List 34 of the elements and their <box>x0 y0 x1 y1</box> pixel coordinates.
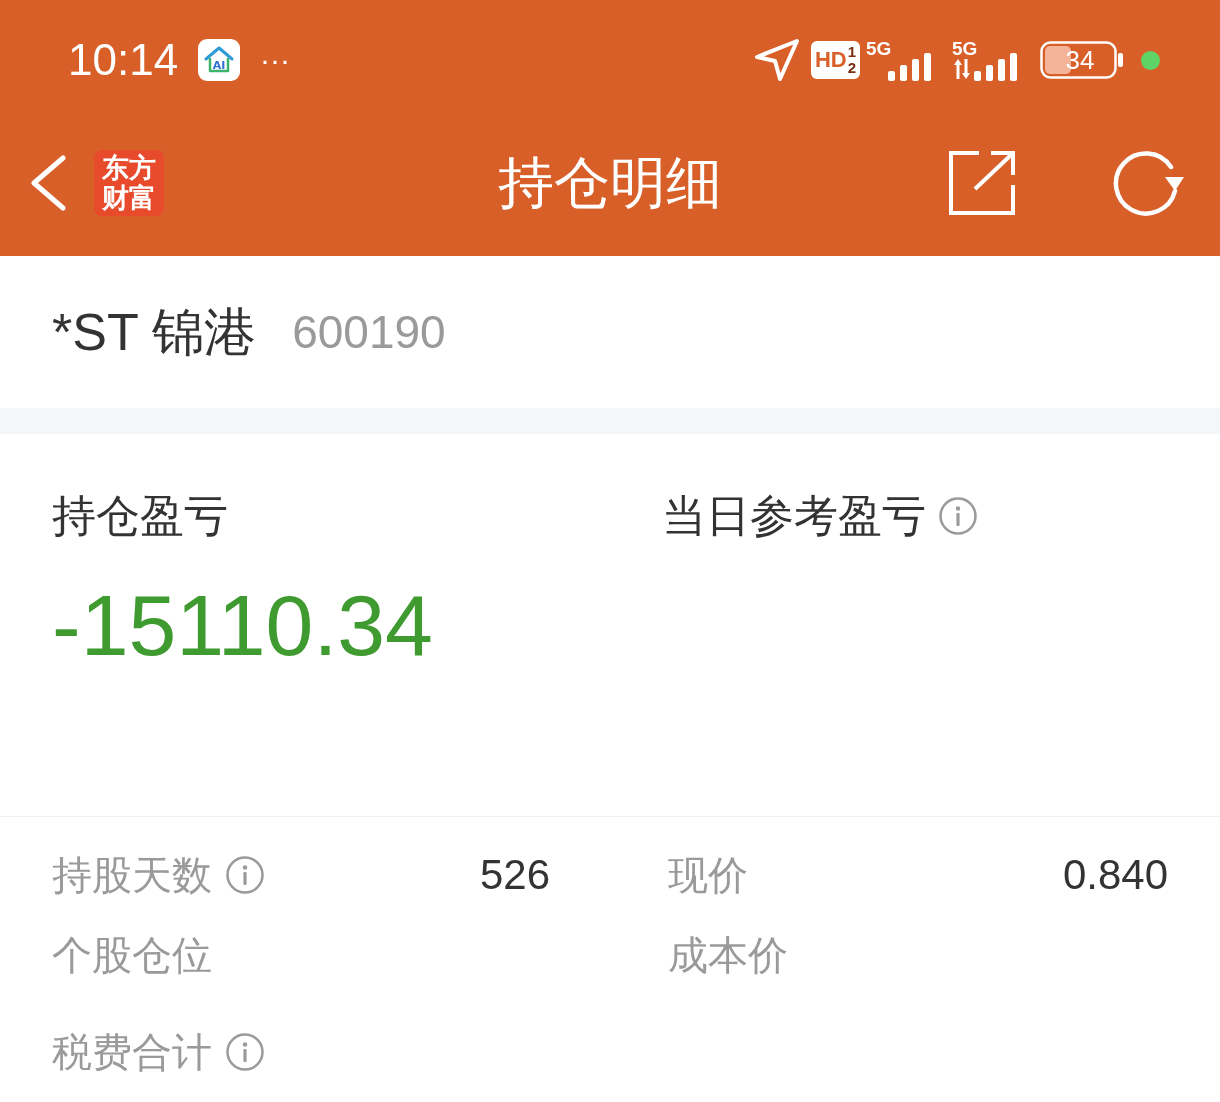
summary-label: 当日参考盈亏 <box>662 493 926 538</box>
app-icon: AI <box>198 39 241 81</box>
battery-icon <box>1040 41 1124 79</box>
detail-label: 现价 <box>668 855 748 895</box>
indicator-dot-icon <box>1141 50 1160 70</box>
summary-label: 持仓盈亏 <box>52 493 228 538</box>
detail-label: 持股天数 <box>52 855 212 895</box>
page-title: 持仓明细 <box>498 155 722 211</box>
status-time: 10:14 <box>68 38 179 82</box>
logo-text: 财富 <box>102 183 156 213</box>
back-icon <box>29 155 67 211</box>
share-button[interactable] <box>946 148 1018 218</box>
more-indicator: ··· <box>260 45 291 75</box>
hd-label: HD <box>814 49 847 71</box>
detail-value: 0.840 <box>1062 854 1168 896</box>
logo-text: 东方 <box>102 153 156 183</box>
location-arrow-icon <box>753 38 800 82</box>
detail-label: 税费合计 <box>52 1032 212 1072</box>
back-button[interactable] <box>28 154 68 212</box>
share-icon <box>947 149 1017 217</box>
info-icon[interactable] <box>226 856 264 894</box>
network-type: 5G <box>866 39 892 58</box>
sim-number: 2 <box>847 60 856 76</box>
detail-label: 个股仓位 <box>52 935 212 975</box>
battery-percent: 34 <box>1064 46 1096 74</box>
stock-name: *ST 锦港 <box>52 306 257 358</box>
info-icon[interactable] <box>226 1033 264 1071</box>
detail-label: 成本价 <box>668 935 788 975</box>
sim-number: 1 <box>847 44 856 60</box>
stock-code: 600190 <box>292 309 446 355</box>
network-type: 5G <box>952 39 978 58</box>
detail-value: 526 <box>479 854 550 896</box>
info-icon[interactable] <box>939 496 977 535</box>
profit-loss-value: -15110.34 <box>52 582 433 668</box>
